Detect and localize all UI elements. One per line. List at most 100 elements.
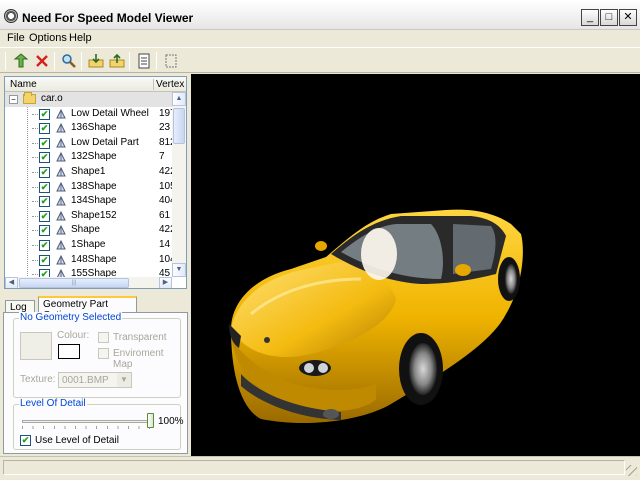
tree-item-name: 134Shape <box>71 195 117 207</box>
scroll-down-button[interactable]: ▼ <box>172 263 186 277</box>
tree-item[interactable]: ✔ Low Detail Wheel 197 <box>5 107 172 122</box>
resize-grip[interactable] <box>626 465 637 476</box>
toolbar-grip <box>5 52 6 70</box>
tree-item[interactable]: ✔ 155Shape 45 <box>5 267 172 277</box>
visibility-checkbox[interactable]: ✔ <box>39 137 50 149</box>
tree-item-name: 136Shape <box>71 122 117 134</box>
tree-item[interactable]: ✔ Shape 422 <box>5 223 172 238</box>
tree-item[interactable]: ✔ 148Shape 104 <box>5 253 172 268</box>
model-tree[interactable]: Name Vertex I − car.o ✔ Low Detail Wheel 1… <box>4 76 187 289</box>
geometry-options-panel: No Geometry Selected Colour: Transparent… <box>3 312 188 454</box>
visibility-checkbox[interactable]: ✔ <box>39 254 50 266</box>
use-lod-checkbox[interactable]: ✔ <box>20 435 31 446</box>
export-icon[interactable] <box>108 52 126 70</box>
lod-slider-track[interactable] <box>22 420 150 423</box>
tree-item-name: Low Detail Part <box>71 136 139 148</box>
chevron-down-icon[interactable]: ▼ <box>117 373 131 387</box>
tree-item[interactable]: ✔ 138Shape 105 <box>5 180 172 195</box>
lod-slider-thumb[interactable] <box>147 413 154 428</box>
environment-map-checkbox[interactable] <box>98 348 109 359</box>
environment-map-label: Enviroment Map <box>113 348 164 370</box>
minimize-button[interactable]: _ <box>581 9 599 26</box>
transparent-checkbox[interactable] <box>98 332 109 343</box>
texture-select-value: 0001.BMP <box>62 375 109 386</box>
tree-item-name: Shape1 <box>71 166 106 177</box>
horizontal-scroll-thumb[interactable]: ||| <box>19 278 129 288</box>
menu-file[interactable]: File <box>7 32 25 44</box>
frame-icon[interactable] <box>162 52 180 70</box>
open-folder-icon[interactable] <box>12 52 30 70</box>
import-icon[interactable] <box>87 52 105 70</box>
maximize-button[interactable]: □ <box>600 9 618 26</box>
column-name-header[interactable]: Name <box>10 79 37 90</box>
document-icon[interactable] <box>135 52 153 70</box>
texture-select[interactable]: 0001.BMP ▼ <box>58 372 132 388</box>
app-icon <box>4 9 18 23</box>
tree-vertical-scrollbar[interactable]: ▲ ▼ <box>172 92 186 277</box>
column-vertex-header[interactable]: Vertex I <box>156 79 186 90</box>
mesh-icon <box>55 151 67 163</box>
visibility-checkbox[interactable]: ✔ <box>39 196 50 208</box>
menu-help[interactable]: Help <box>69 32 92 44</box>
tree-item-vertex-count: 422 <box>159 166 172 177</box>
visibility-checkbox[interactable]: ✔ <box>39 240 50 251</box>
visibility-checkbox[interactable]: ✔ <box>39 181 50 193</box>
column-divider[interactable] <box>153 79 154 90</box>
lod-slider-ticks <box>22 426 150 429</box>
tree-item[interactable]: ✔ 134Shape 404 <box>5 194 172 209</box>
tree-item-name: Shape152 <box>71 209 117 221</box>
delete-icon[interactable] <box>33 52 51 70</box>
tree-item-vertex-count: 14 <box>159 239 171 250</box>
mesh-icon <box>55 210 67 222</box>
scroll-right-button[interactable]: ▶ <box>159 277 172 288</box>
tree-root-row[interactable]: − car.o <box>5 92 172 107</box>
tree-item-name: 148Shape <box>71 253 117 265</box>
collapse-toggle[interactable]: − <box>9 95 18 104</box>
visibility-checkbox[interactable]: ✔ <box>39 225 50 237</box>
scroll-left-button[interactable]: ◀ <box>5 277 18 288</box>
close-button[interactable]: ✕ <box>619 9 637 26</box>
lod-value: 100% <box>158 416 184 427</box>
level-of-detail-group: Level Of Detail 100% ✔ Use Level of Deta… <box>13 398 184 450</box>
visibility-checkbox[interactable]: ✔ <box>39 269 50 277</box>
tree-item[interactable]: ✔ 1Shape 14 <box>5 238 172 253</box>
zoom-icon[interactable] <box>60 52 78 70</box>
mesh-icon <box>55 122 67 134</box>
scroll-up-button[interactable]: ▲ <box>172 92 186 106</box>
tab-geometry-part-options[interactable]: Geometry Part Options <box>38 296 137 321</box>
tree-item[interactable]: ✔ 132Shape 7 <box>5 150 172 165</box>
tree-item[interactable]: ✔ Shape1 422 <box>5 165 172 180</box>
visibility-checkbox[interactable]: ✔ <box>39 167 50 178</box>
colour-picker[interactable] <box>58 344 80 359</box>
mesh-icon <box>55 268 67 277</box>
tree-item-name: Low Detail Wheel <box>71 107 149 119</box>
folder-icon <box>23 92 36 104</box>
status-bar <box>0 456 640 480</box>
tree-horizontal-scrollbar[interactable]: ◀ ||| ▶ <box>5 277 172 288</box>
title-bar[interactable]: Need For Speed Model Viewer _ □ ✕ <box>0 0 640 30</box>
3d-viewport[interactable] <box>191 74 640 456</box>
tree-item-vertex-count: 7 <box>159 151 165 163</box>
tree-item-vertex-count: 61 <box>159 209 171 221</box>
tree-item-name: 155Shape <box>71 268 117 277</box>
menu-options[interactable]: Options <box>29 32 67 44</box>
tree-item[interactable]: ✔ Low Detail Part 812 <box>5 136 172 151</box>
tree-item[interactable]: ✔ 136Shape 23 <box>5 121 172 136</box>
tree-item[interactable]: ✔ Shape152 61 <box>5 209 172 224</box>
mesh-icon <box>55 195 67 207</box>
transparent-label: Transparent <box>113 332 167 343</box>
menu-bar: File Options Help <box>0 30 640 47</box>
visibility-checkbox[interactable]: ✔ <box>39 108 50 120</box>
visibility-checkbox[interactable]: ✔ <box>39 210 50 222</box>
texture-preview <box>20 332 52 360</box>
visibility-checkbox[interactable]: ✔ <box>39 123 50 135</box>
tree-item-name: Shape <box>71 224 100 236</box>
toolbar-separator <box>54 52 55 70</box>
mesh-icon <box>55 166 67 178</box>
visibility-checkbox[interactable]: ✔ <box>39 152 50 164</box>
scroll-thumb[interactable] <box>173 108 185 144</box>
mesh-icon <box>55 254 67 266</box>
mesh-icon <box>55 108 67 120</box>
tree-item-name: 1Shape <box>71 239 106 250</box>
texture-label: Texture: <box>20 374 56 385</box>
